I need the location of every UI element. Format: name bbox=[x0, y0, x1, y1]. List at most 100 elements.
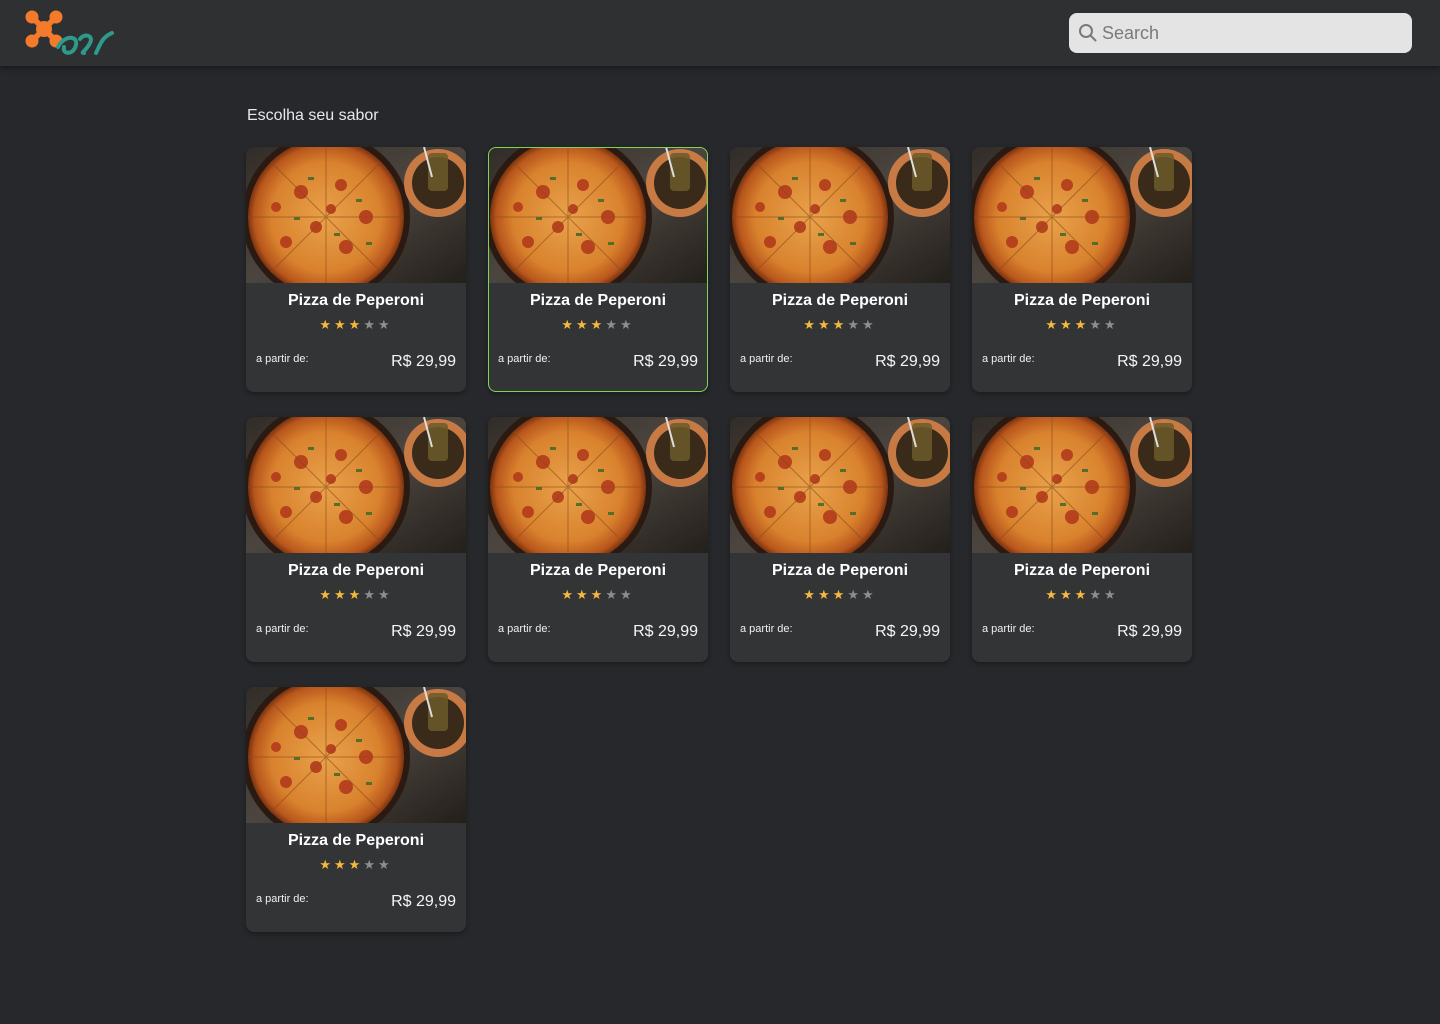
product-card[interactable]: Pizza de Peperoni ★★★★★ a partir de: R$ … bbox=[730, 147, 950, 392]
product-card[interactable]: Pizza de Peperoni ★★★★★ a partir de: R$ … bbox=[246, 417, 466, 662]
star-icon: ★ bbox=[832, 587, 848, 602]
star-icon: ★ bbox=[818, 317, 833, 332]
star-icon: ★ bbox=[319, 857, 335, 872]
star-icon: ★ bbox=[576, 587, 591, 602]
star-icon: ★ bbox=[377, 317, 393, 332]
star-icon: ★ bbox=[1060, 317, 1075, 332]
star-icon: ★ bbox=[1103, 587, 1119, 602]
price-label: a partir de: bbox=[498, 353, 551, 365]
star-icon: ★ bbox=[590, 587, 606, 602]
product-price: R$ 29,99 bbox=[391, 353, 456, 370]
product-name: Pizza de Peperoni bbox=[287, 562, 425, 579]
star-icon: ★ bbox=[1103, 317, 1119, 332]
star-icon: ★ bbox=[348, 857, 364, 872]
star-icon: ★ bbox=[334, 317, 349, 332]
product-card[interactable]: Pizza de Peperoni ★★★★★ a partir de: R$ … bbox=[730, 417, 950, 662]
rating-stars: ★★★★★ bbox=[972, 587, 1192, 603]
product-name: Pizza de Peperoni bbox=[1013, 292, 1151, 309]
pizza-image bbox=[730, 147, 950, 283]
star-icon: ★ bbox=[1045, 317, 1061, 332]
rating-stars: ★★★★★ bbox=[246, 587, 466, 603]
star-icon: ★ bbox=[803, 317, 819, 332]
star-icon: ★ bbox=[803, 587, 819, 602]
star-icon: ★ bbox=[334, 587, 349, 602]
search-icon bbox=[1079, 24, 1097, 42]
rating-stars: ★★★★★ bbox=[972, 317, 1192, 333]
price-label: a partir de: bbox=[256, 893, 309, 905]
star-icon: ★ bbox=[363, 587, 378, 602]
pizza-image bbox=[246, 417, 466, 553]
star-icon: ★ bbox=[619, 317, 635, 332]
price-label: a partir de: bbox=[256, 623, 309, 635]
product-card[interactable]: Pizza de Peperoni ★★★★★ a partir de: R$ … bbox=[972, 147, 1192, 392]
star-icon: ★ bbox=[1074, 587, 1090, 602]
rating-stars: ★★★★★ bbox=[246, 857, 466, 873]
product-card[interactable]: Pizza de Peperoni ★★★★★ a partir de: R$ … bbox=[246, 147, 466, 392]
product-price: R$ 29,99 bbox=[875, 353, 940, 370]
star-icon: ★ bbox=[1074, 317, 1090, 332]
price-label: a partir de: bbox=[982, 353, 1035, 365]
product-price: R$ 29,99 bbox=[633, 353, 698, 370]
product-price: R$ 29,99 bbox=[391, 893, 456, 910]
star-icon: ★ bbox=[832, 317, 848, 332]
star-icon: ★ bbox=[847, 317, 862, 332]
product-name: Pizza de Peperoni bbox=[1013, 562, 1151, 579]
star-icon: ★ bbox=[1089, 317, 1104, 332]
star-icon: ★ bbox=[561, 317, 577, 332]
rating-stars: ★★★★★ bbox=[730, 317, 950, 333]
product-name: Pizza de Peperoni bbox=[529, 562, 667, 579]
product-name: Pizza de Peperoni bbox=[771, 292, 909, 309]
product-price: R$ 29,99 bbox=[391, 623, 456, 640]
price-label: a partir de: bbox=[256, 353, 309, 365]
product-name: Pizza de Peperoni bbox=[287, 832, 425, 849]
pizza-image bbox=[488, 147, 708, 283]
logo-icon[interactable] bbox=[24, 9, 116, 57]
product-card[interactable]: Pizza de Peperoni ★★★★★ a partir de: R$ … bbox=[972, 417, 1192, 662]
star-icon: ★ bbox=[619, 587, 635, 602]
star-icon: ★ bbox=[1045, 587, 1061, 602]
price-label: a partir de: bbox=[740, 353, 793, 365]
pizza-image bbox=[972, 417, 1192, 553]
star-icon: ★ bbox=[861, 317, 877, 332]
product-name: Pizza de Peperoni bbox=[287, 292, 425, 309]
star-icon: ★ bbox=[605, 317, 620, 332]
star-icon: ★ bbox=[363, 317, 378, 332]
pizza-image bbox=[972, 147, 1192, 283]
star-icon: ★ bbox=[847, 587, 862, 602]
star-icon: ★ bbox=[363, 857, 378, 872]
product-card[interactable]: Pizza de Peperoni ★★★★★ a partir de: R$ … bbox=[246, 687, 466, 932]
rating-stars: ★★★★★ bbox=[488, 317, 708, 333]
rating-stars: ★★★★★ bbox=[246, 317, 466, 333]
star-icon: ★ bbox=[605, 587, 620, 602]
star-icon: ★ bbox=[319, 317, 335, 332]
star-icon: ★ bbox=[334, 857, 349, 872]
product-grid: Pizza de Peperoni ★★★★★ a partir de: R$ … bbox=[246, 147, 1194, 932]
rating-stars: ★★★★★ bbox=[488, 587, 708, 603]
search-input[interactable] bbox=[1102, 22, 1402, 44]
star-icon: ★ bbox=[861, 587, 877, 602]
product-card[interactable]: Pizza de Peperoni ★★★★★ a partir de: R$ … bbox=[488, 147, 708, 392]
star-icon: ★ bbox=[377, 857, 393, 872]
star-icon: ★ bbox=[590, 317, 606, 332]
product-name: Pizza de Peperoni bbox=[529, 292, 667, 309]
pizza-image bbox=[730, 417, 950, 553]
product-name: Pizza de Peperoni bbox=[771, 562, 909, 579]
search-bar[interactable] bbox=[1069, 13, 1412, 53]
top-bar bbox=[0, 0, 1440, 66]
product-price: R$ 29,99 bbox=[1117, 623, 1182, 640]
product-price: R$ 29,99 bbox=[633, 623, 698, 640]
star-icon: ★ bbox=[818, 587, 833, 602]
price-label: a partir de: bbox=[740, 623, 793, 635]
star-icon: ★ bbox=[319, 587, 335, 602]
star-icon: ★ bbox=[1089, 587, 1104, 602]
product-price: R$ 29,99 bbox=[1117, 353, 1182, 370]
price-label: a partir de: bbox=[982, 623, 1035, 635]
star-icon: ★ bbox=[576, 317, 591, 332]
pizza-image bbox=[246, 687, 466, 823]
page-title: Escolha seu sabor bbox=[247, 107, 379, 124]
product-card[interactable]: Pizza de Peperoni ★★★★★ a partir de: R$ … bbox=[488, 417, 708, 662]
star-icon: ★ bbox=[561, 587, 577, 602]
rating-stars: ★★★★★ bbox=[730, 587, 950, 603]
product-price: R$ 29,99 bbox=[875, 623, 940, 640]
star-icon: ★ bbox=[348, 587, 364, 602]
